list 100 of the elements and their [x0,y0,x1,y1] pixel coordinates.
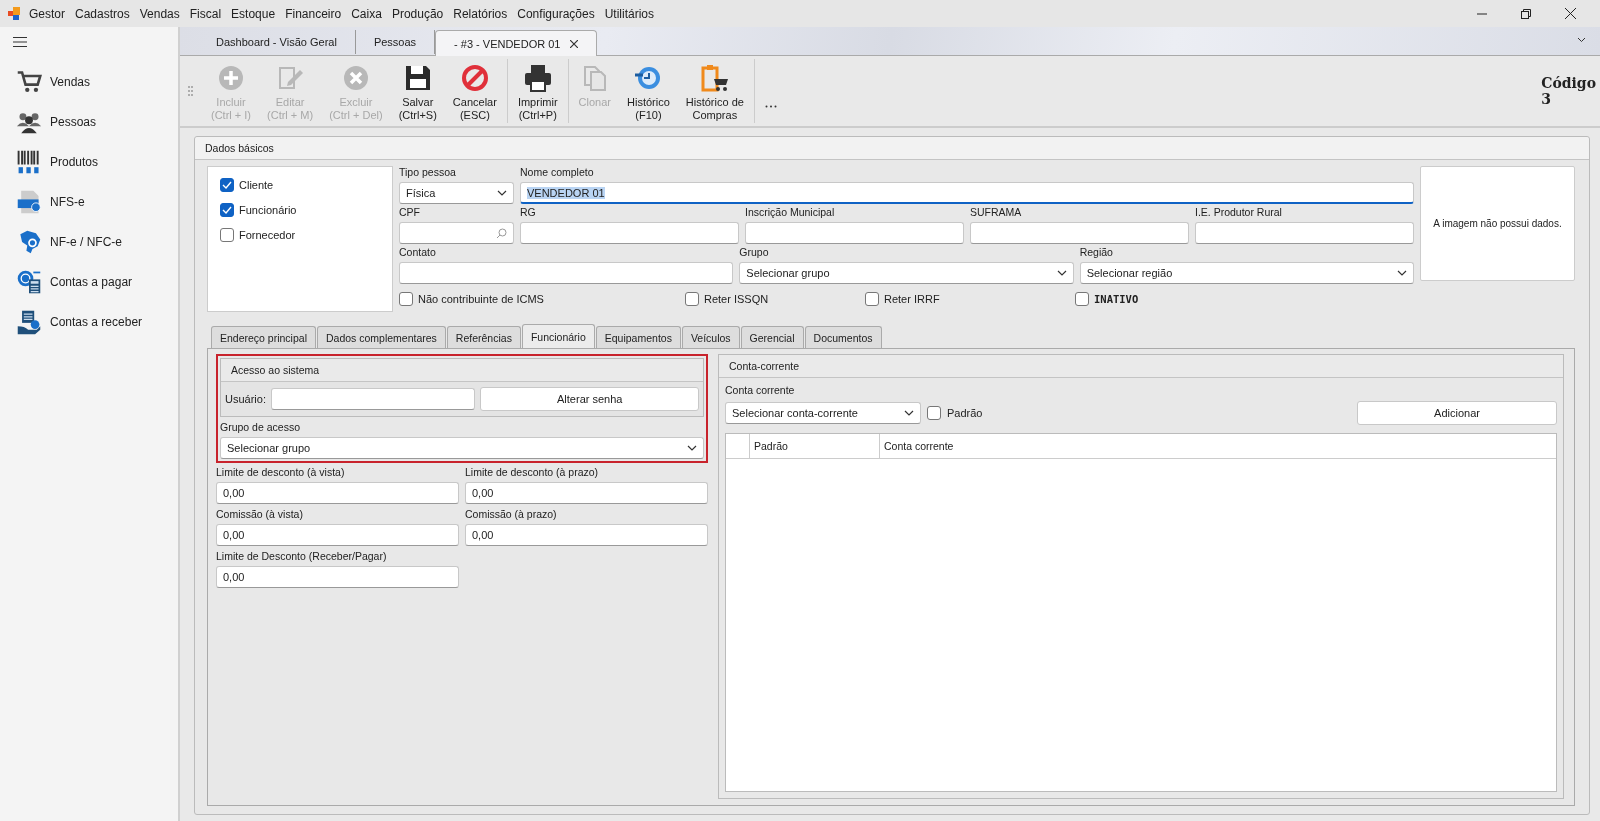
tab[interactable]: Referências [446,326,521,348]
dropdown[interactable]: Física [399,182,514,204]
checkbox-label: INATIVO [1094,293,1139,305]
menu-item[interactable]: Fiscal [184,6,227,21]
field-label: Contato [399,246,437,259]
checkbox-label: Reter ISSQN [704,293,769,305]
cpf-field[interactable] [399,222,514,244]
calculator-icon [17,310,41,335]
input-field[interactable]: 0,00 [216,566,459,588]
field-label: Comissão (à prazo) [465,508,558,521]
copy-icon [583,66,606,91]
tab[interactable]: Gerencial [740,326,804,348]
input-field[interactable]: 0,00 [465,524,708,546]
input-field[interactable] [970,222,1189,244]
input-field[interactable] [520,222,739,244]
field-label: RG [520,206,537,219]
input-field[interactable]: 0,00 [465,482,708,504]
field-label: Inscrição Municipal [745,206,836,219]
minimize-icon[interactable] [1477,12,1487,15]
checkbox[interactable] [220,202,234,217]
checkbox[interactable] [399,292,413,306]
document-tab[interactable]: - #3 - VENDEDOR 01 [435,30,598,56]
sidebar-item[interactable]: Produtos [16,147,178,177]
toolbar-button[interactable]: Imprimir (Ctrl+P) [509,59,566,122]
menu-item[interactable]: Configurações [512,6,600,21]
field-label: Grupo [739,246,770,259]
sidebar-item[interactable]: Vendas [16,67,178,97]
menu-item[interactable]: Utilitários [599,6,659,21]
document-tab[interactable]: Dashboard - Visão Geral [198,30,356,54]
checkbox[interactable] [220,177,234,192]
close-icon[interactable] [570,39,579,48]
column-header[interactable]: Conta corrente [880,434,1556,458]
field-label: Usuário: [225,393,266,405]
caret-icon [497,190,507,196]
code-label: Código [1541,75,1596,91]
input-field[interactable] [399,262,734,284]
name-field[interactable]: VENDEDOR 01 [520,182,1414,204]
toolbar-button[interactable]: Histórico (F10) [619,59,678,122]
sidebar-item[interactable]: Contas a pagar [16,267,178,297]
checkbox-label: Reter IRRF [884,293,940,305]
tab[interactable]: Veículos [681,326,740,348]
app-name: Gestor [28,6,66,21]
input-field[interactable] [1195,222,1414,244]
calculator-icon [17,270,42,294]
checkbox[interactable] [927,406,941,420]
checkbox-label: Funcionário [239,203,297,216]
field-label: Conta corrente [725,384,796,397]
checkbox-label: Fornecedor [239,228,296,241]
more-icon[interactable] [764,105,777,108]
add-button[interactable]: Adicionar [1357,401,1557,425]
input-field[interactable]: 0,00 [216,482,459,504]
chevron-down-icon[interactable] [1577,37,1586,43]
clipboard-cart-icon [701,65,728,92]
checkbox-label: Não contribuinte de ICMS [418,293,544,305]
empty-image-message: A imagem não possui dados. [1433,218,1562,229]
search-icon[interactable] [496,227,507,239]
toolbar-button[interactable]: Salvar (Ctrl+S) [390,59,445,122]
tab[interactable]: Endereço principal [211,326,316,348]
field-label: Grupo de acesso [220,421,301,434]
toolbar-button[interactable]: Histórico de Compras [677,59,752,122]
menu-item[interactable]: Produção [386,6,449,21]
caret-icon [687,445,697,451]
change-password-button[interactable]: Alterar senha [480,387,699,411]
input-field[interactable] [745,222,964,244]
checkbox[interactable] [1075,292,1089,306]
printer-icon [524,65,551,92]
sidebar-item[interactable]: NFS-e [16,187,178,217]
checkbox[interactable] [220,227,234,242]
column-header[interactable]: Padrão [750,434,880,458]
menu-item[interactable]: Cadastros [70,6,135,21]
menu-icon[interactable] [13,37,27,47]
menu-item[interactable]: Vendas [134,6,185,21]
plus-icon [219,66,243,90]
input-field[interactable]: 0,00 [216,524,459,546]
tab[interactable]: Equipamentos [595,326,681,348]
checkbox[interactable] [685,292,699,306]
user-field[interactable] [270,388,476,410]
cart-icon [17,71,42,92]
dropdown[interactable]: Selecionar grupo [739,262,1074,284]
menu-item[interactable]: Estoque [226,6,281,21]
tab[interactable]: Dados complementares [316,326,446,348]
field-label: Comissão (à vista) [216,508,304,521]
menu-item[interactable]: Financeiro [280,6,347,21]
field-label: Limite de Desconto (Receber/Pagar) [216,550,388,563]
menu-item[interactable]: Caixa [346,6,387,21]
restore-icon[interactable] [1521,8,1531,19]
toolbar-button[interactable]: Cancelar (ESC) [444,59,505,122]
panel-title: Acesso ao sistema [231,364,320,376]
tab[interactable]: Funcionário [521,324,595,348]
tab[interactable]: Documentos [804,326,882,348]
dropdown[interactable]: Selecionar grupo [220,437,704,459]
field-label: SUFRAMA [970,206,1023,219]
dropdown[interactable]: Selecionar conta-corrente [725,402,921,424]
sidebar-item[interactable]: Pessoas [16,107,178,137]
checkbox[interactable] [865,292,879,306]
close-icon[interactable] [1565,8,1576,19]
menu-item[interactable]: Relatórios [448,6,513,21]
sidebar-item[interactable]: Contas a receber [16,307,178,337]
sidebar-item[interactable]: NF-e / NFC-e [16,227,178,257]
dropdown[interactable]: Selecionar região [1079,262,1414,284]
